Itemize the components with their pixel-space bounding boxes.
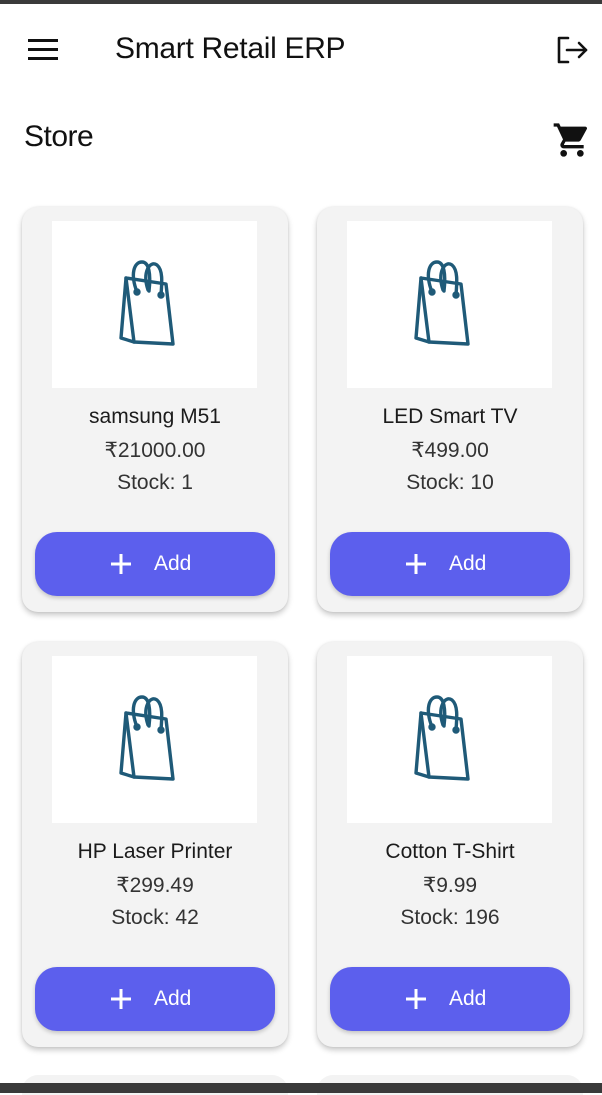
add-to-cart-button[interactable]: Add: [330, 967, 570, 1031]
product-price: ₹21000.00: [104, 439, 206, 462]
navigation-bar-edge: [0, 1083, 602, 1093]
product-grid: samsung M51 ₹21000.00 Stock: 1 Add LED S…: [0, 0, 602, 1095]
add-button-label: Add: [154, 987, 192, 1010]
product-card: LED Smart TV ₹499.00 Stock: 10 Add: [317, 207, 583, 612]
product-card: samsung M51 ₹21000.00 Stock: 1 Add: [22, 207, 288, 612]
add-button-label: Add: [449, 987, 487, 1010]
product-name: HP Laser Printer: [77, 840, 233, 863]
product-name: Cotton T-Shirt: [385, 840, 515, 863]
shopping-bag-icon: [119, 260, 175, 346]
product-stock: Stock: 42: [111, 906, 199, 929]
product-image: [52, 656, 257, 823]
product-name: samsung M51: [89, 405, 221, 428]
add-button-label: Add: [154, 552, 192, 575]
add-to-cart-button[interactable]: Add: [330, 532, 570, 596]
product-card: Cotton T-Shirt ₹9.99 Stock: 196 Add: [317, 642, 583, 1047]
product-image: [347, 221, 552, 388]
product-price: ₹299.49: [116, 874, 194, 897]
add-button-label: Add: [449, 552, 487, 575]
plus-icon: [406, 989, 426, 1009]
plus-icon: [111, 989, 131, 1009]
plus-icon: [406, 554, 426, 574]
shopping-bag-icon: [119, 695, 175, 781]
add-to-cart-button[interactable]: Add: [35, 967, 275, 1031]
product-price: ₹9.99: [422, 874, 478, 897]
product-card: HP Laser Printer ₹299.49 Stock: 42 Add: [22, 642, 288, 1047]
shopping-bag-icon: [414, 260, 470, 346]
product-price: ₹499.00: [411, 439, 489, 462]
product-image: [347, 656, 552, 823]
shopping-bag-icon: [414, 695, 470, 781]
add-to-cart-button[interactable]: Add: [35, 532, 275, 596]
product-image: [52, 221, 257, 388]
product-stock: Stock: 10: [406, 471, 494, 494]
product-name: LED Smart TV: [382, 405, 518, 428]
plus-icon: [111, 554, 131, 574]
product-stock: Stock: 1: [117, 471, 193, 494]
product-stock: Stock: 196: [400, 906, 500, 929]
